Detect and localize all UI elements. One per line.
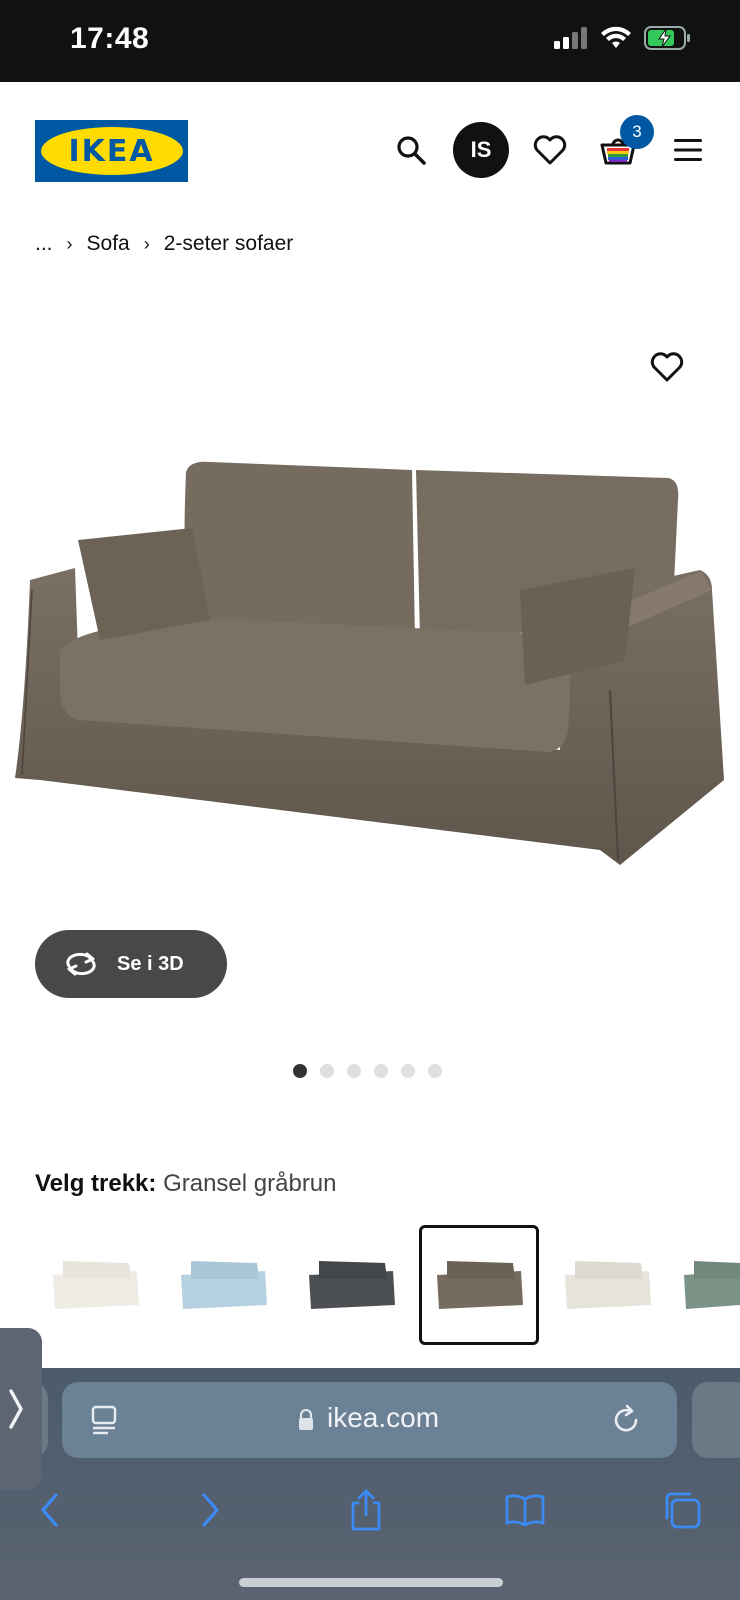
variant-swatches [35, 1225, 740, 1345]
tabs-icon [665, 1492, 701, 1529]
bookmarks-icon [505, 1494, 545, 1527]
user-account-button[interactable]: IS [453, 122, 509, 178]
variant-swatch[interactable] [675, 1225, 740, 1345]
carousel-dot[interactable] [374, 1064, 388, 1078]
tabs-button[interactable] [660, 1488, 704, 1532]
forward-button[interactable] [188, 1488, 232, 1532]
variant-selector-label: Velg trekk: Gransel gråbrun [35, 1170, 337, 1198]
reader-mode-icon[interactable] [90, 1404, 120, 1436]
bookmarks-button[interactable] [503, 1488, 547, 1532]
url-text: ikea.com [327, 1402, 440, 1433]
wishlist-button[interactable] [522, 122, 578, 178]
status-time: 17:48 [70, 22, 150, 55]
cart-count-badge: 3 [620, 115, 654, 149]
share-button[interactable] [344, 1488, 388, 1532]
rotate-icon [63, 951, 99, 977]
sofa-thumbnail [53, 1261, 139, 1309]
view-in-3d-label: Se i 3D [117, 952, 184, 975]
breadcrumb-item-sofa[interactable]: Sofa [87, 232, 130, 256]
reload-icon[interactable] [610, 1404, 642, 1436]
menu-icon [674, 139, 702, 161]
menu-button[interactable] [660, 122, 716, 178]
variant-swatch[interactable] [547, 1225, 667, 1345]
site-header: IKEA IS 3 [0, 82, 740, 222]
variant-swatch[interactable] [35, 1225, 155, 1345]
ikea-logo[interactable]: IKEA [35, 120, 188, 182]
logo-text: IKEA [40, 127, 183, 175]
search-icon [397, 136, 426, 165]
sofa-thumbnail [181, 1261, 267, 1309]
carousel-dot[interactable] [320, 1064, 334, 1078]
carousel-dot[interactable] [293, 1064, 307, 1078]
variant-selected-value: Gransel gråbrun [163, 1170, 337, 1197]
breadcrumb-item-2-seter[interactable]: 2-seter sofaer [164, 232, 294, 256]
carousel-dot[interactable] [347, 1064, 361, 1078]
variant-label-title: Velg trekk: [35, 1170, 157, 1197]
image-carousel-dots [293, 1064, 442, 1078]
next-tab-preview[interactable] [692, 1382, 740, 1458]
address-bar[interactable]: ikea.com [62, 1382, 677, 1458]
home-indicator [239, 1578, 503, 1587]
sofa-thumbnail [565, 1261, 651, 1309]
browser-toolbar [0, 1488, 740, 1548]
add-to-wishlist-button[interactable] [650, 352, 690, 392]
lock-icon [299, 1409, 313, 1430]
safari-browser-bar: ikea.com [0, 1368, 740, 1600]
battery-icon [644, 26, 690, 50]
carousel-dot[interactable] [428, 1064, 442, 1078]
product-image[interactable] [0, 290, 740, 920]
variant-swatch[interactable] [163, 1225, 283, 1345]
status-bar: 17:48 [0, 0, 740, 82]
sofa-thumbnail [309, 1261, 395, 1309]
side-panel-handle[interactable] [0, 1328, 42, 1490]
carousel-dot[interactable] [401, 1064, 415, 1078]
chevron-right-icon: › [66, 233, 73, 254]
back-icon [41, 1493, 58, 1527]
share-icon [351, 1489, 381, 1531]
chevron-right-icon: › [143, 233, 150, 254]
variant-swatch[interactable] [291, 1225, 411, 1345]
back-button[interactable] [28, 1488, 72, 1532]
heart-icon [533, 135, 567, 165]
forward-icon [202, 1493, 219, 1527]
sofa-thumbnail [684, 1261, 740, 1309]
view-in-3d-button[interactable]: Se i 3D [35, 930, 227, 998]
breadcrumb: ... › Sofa › 2-seter sofaer [35, 232, 293, 256]
sofa-thumbnail [437, 1261, 523, 1309]
search-button[interactable] [383, 122, 439, 178]
variant-swatch-selected[interactable] [419, 1225, 539, 1345]
status-icons [554, 26, 692, 50]
heart-icon [650, 352, 684, 382]
chevron-right-icon [9, 1389, 23, 1429]
signal-icon [554, 27, 587, 49]
wifi-icon [601, 26, 631, 48]
breadcrumb-item-more[interactable]: ... [35, 232, 53, 256]
